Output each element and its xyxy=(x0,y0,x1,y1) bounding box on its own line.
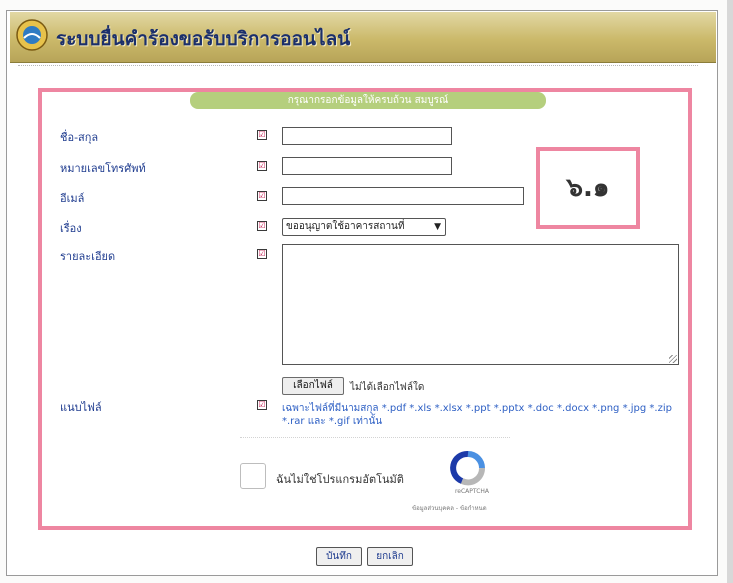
required-icon: ☑ xyxy=(257,130,267,140)
subject-label: เรื่อง xyxy=(60,222,82,235)
file-type-hint: เฉพาะไฟล์ที่มีนามสกุล *.pdf *.xls *.xlsx… xyxy=(282,403,672,427)
save-button[interactable]: บันทึก xyxy=(316,547,362,566)
choose-file-button[interactable]: เลือกไฟล์ xyxy=(282,377,344,395)
phone-input[interactable] xyxy=(282,157,452,175)
subject-select[interactable]: ขออนุญาตใช้อาคารสถานที่ ▼ xyxy=(282,218,446,236)
form-header: กรุณากรอกข้อมูลให้ครบถ้วน สมบูรณ์ xyxy=(190,92,546,109)
recaptcha-logo-icon xyxy=(450,451,485,486)
name-label: ชื่อ-สกุล xyxy=(60,131,99,144)
details-textarea[interactable] xyxy=(282,244,679,365)
required-icon: ☑ xyxy=(257,249,267,259)
captcha-checkbox[interactable] xyxy=(240,463,266,489)
subject-selected-value: ขออนุญาตใช้อาคารสถานที่ xyxy=(286,221,405,232)
captcha-label: ฉันไม่ใช่โปรแกรมอัตโนมัติ xyxy=(276,473,404,486)
cancel-button[interactable]: ยกเลิก xyxy=(367,547,413,566)
email-label: อีเมล์ xyxy=(60,192,85,205)
required-icon: ☑ xyxy=(257,161,267,171)
resize-grip-icon[interactable] xyxy=(669,355,677,363)
file-status-text: ไม่ได้เลือกไฟล์ใด xyxy=(350,382,425,393)
annotation-box: ๖.๑ xyxy=(536,147,640,229)
required-icon: ☑ xyxy=(257,191,267,201)
chevron-down-icon: ▼ xyxy=(434,222,441,232)
recaptcha-brand: reCAPTCHA xyxy=(454,488,490,495)
attachment-label: แนบไฟล์ xyxy=(60,401,102,414)
required-icon: ☑ xyxy=(257,221,267,231)
required-icon: ☑ xyxy=(257,400,267,410)
municipal-seal-icon xyxy=(16,19,48,51)
captcha-divider xyxy=(240,437,510,438)
email-input[interactable] xyxy=(282,187,524,205)
banner-divider xyxy=(18,65,698,66)
page-edge xyxy=(727,0,733,583)
details-label: รายละเอียด xyxy=(60,250,116,263)
phone-label: หมายเลขโทรศัพท์ xyxy=(60,162,146,175)
site-banner: ระบบยื่นคำร้องขอรับบริการออนไลน์ xyxy=(10,12,716,63)
name-input[interactable] xyxy=(282,127,452,145)
recaptcha-links[interactable]: ข้อมูลส่วนบุคคล - ข้อกำหนด xyxy=(412,503,487,513)
site-title: ระบบยื่นคำร้องขอรับบริการออนไลน์ xyxy=(56,28,351,50)
